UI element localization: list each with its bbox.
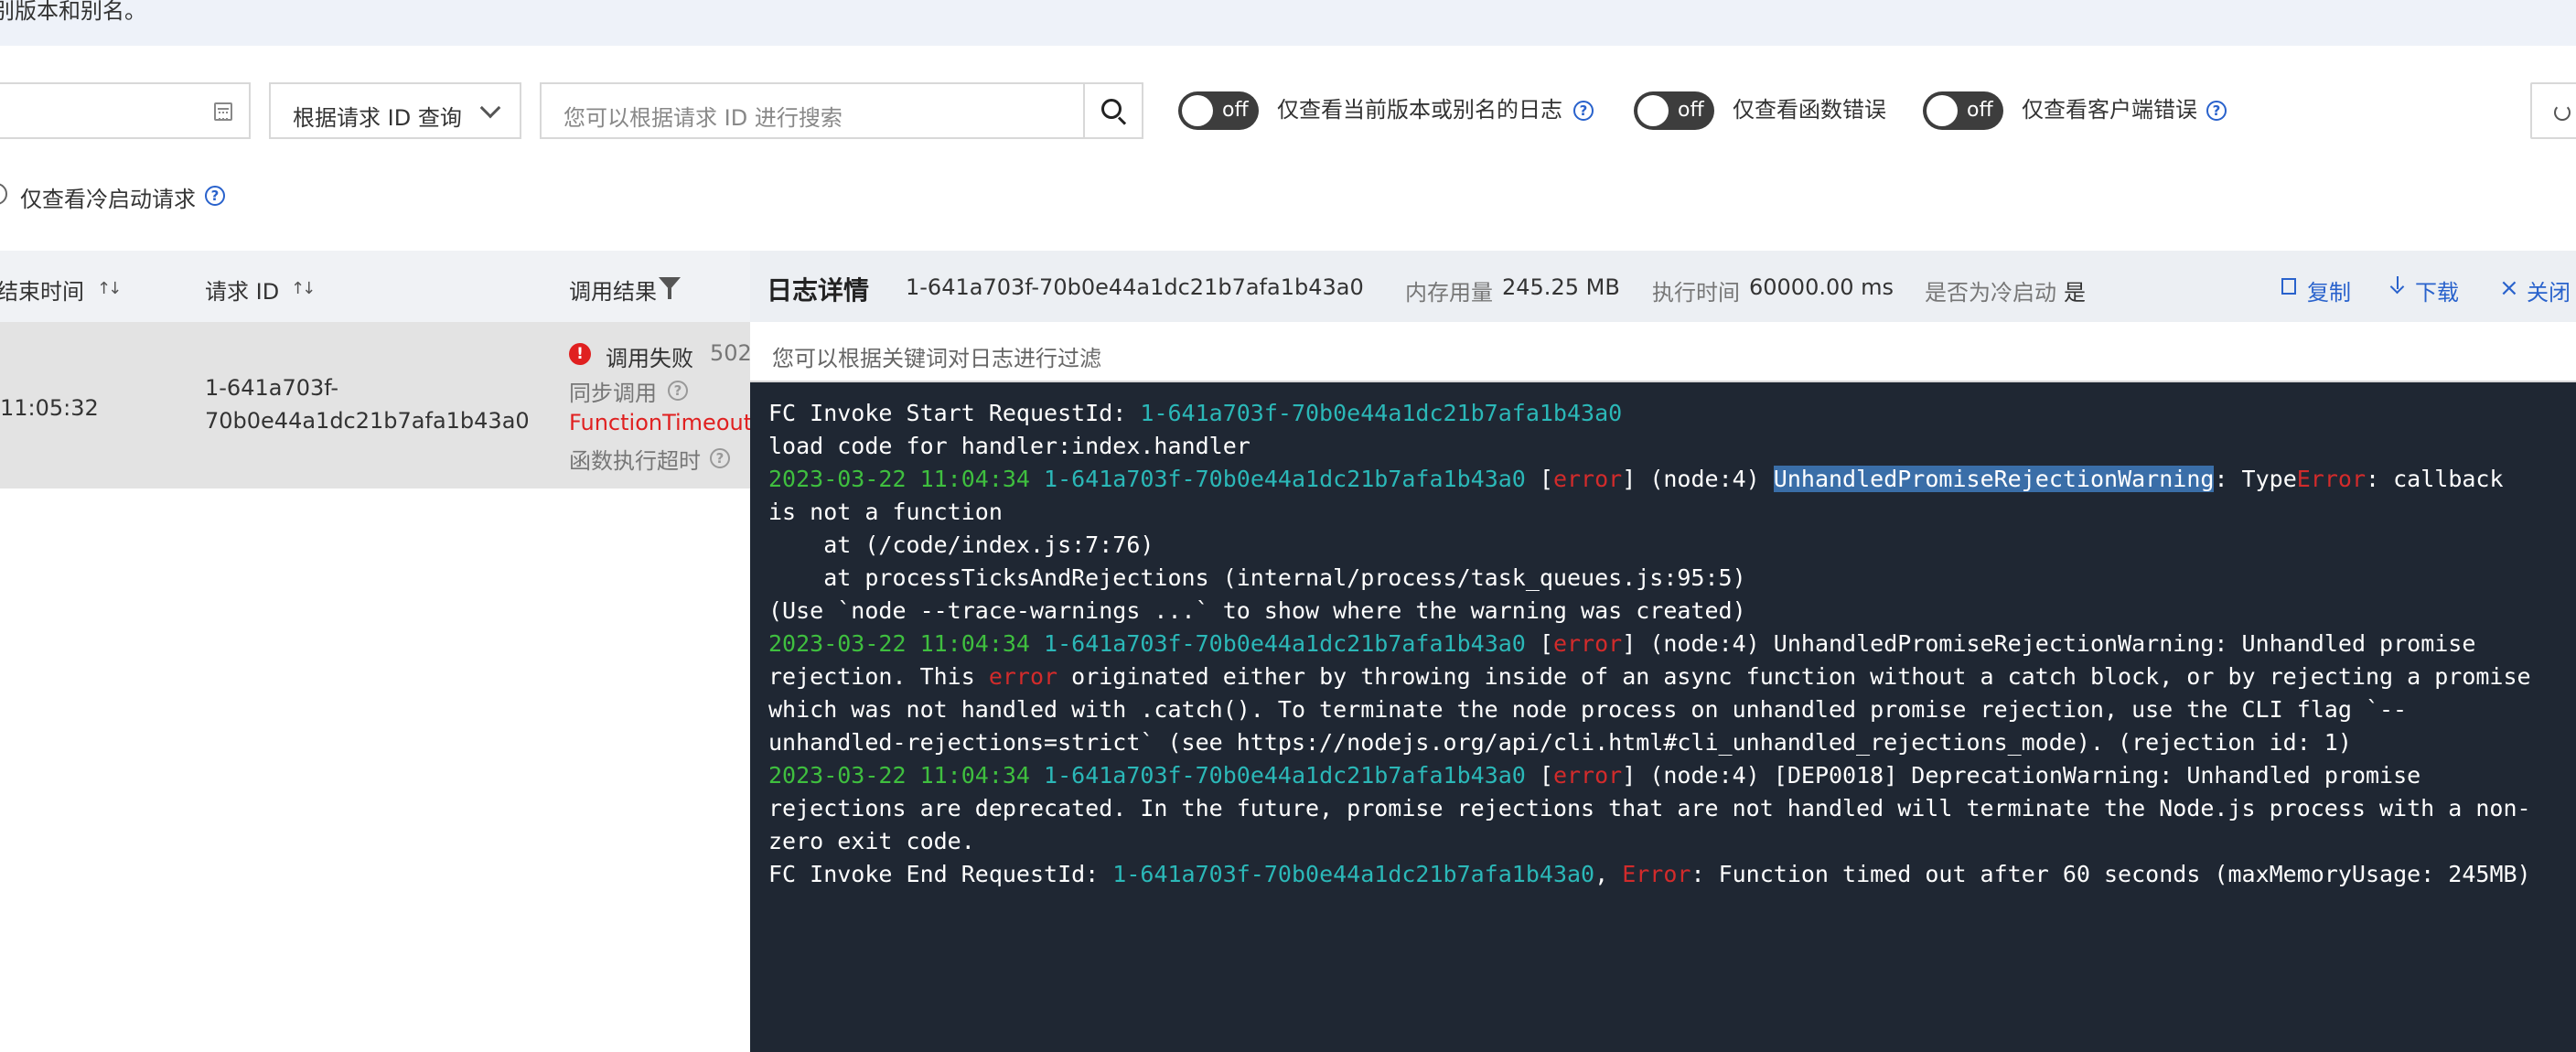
- search-icon: [1101, 99, 1122, 119]
- memory-label: 内存用量: [1405, 280, 1493, 306]
- row-request-id-1: 1-641a703f-: [205, 375, 339, 401]
- request-id-search[interactable]: 您可以根据请求 ID 进行搜索: [540, 82, 1143, 139]
- log-line: which was not handled with .catch(). To …: [768, 696, 2408, 723]
- toggle-state-label: off: [1678, 99, 1704, 122]
- table-header: 结束时间 ↑↓ 请求 ID ↑↓ 调用结果: [0, 251, 750, 322]
- error-icon: !: [569, 343, 591, 365]
- filter-icon[interactable]: [659, 277, 681, 299]
- row-request-id-2: 70b0e44a1dc21b7afa1b43a0: [205, 408, 530, 434]
- notice-banner: 别版本和别名。: [0, 0, 2576, 46]
- toggle-knob: [1927, 95, 1958, 126]
- table-row[interactable]: 11:05:32 1-641a703f- 70b0e44a1dc21b7afa1…: [0, 322, 766, 488]
- query-type-select[interactable]: 根据请求 ID 查询: [269, 82, 521, 139]
- calendar-icon[interactable]: [214, 102, 232, 121]
- close-button[interactable]: 关闭: [2527, 274, 2571, 306]
- help-icon[interactable]: ?: [205, 186, 225, 206]
- search-input[interactable]: 您可以根据请求 ID 进行搜索: [564, 100, 843, 132]
- row-error-type: FunctionTimeoutE: [569, 410, 767, 435]
- log-line: load code for handler:index.handler: [768, 433, 1250, 459]
- copy-button[interactable]: 复制: [2307, 274, 2351, 306]
- help-icon[interactable]: ?: [1573, 101, 1594, 121]
- row-end-time: 11:05:32: [0, 395, 99, 421]
- close-icon[interactable]: ×: [2499, 274, 2519, 302]
- query-type-value: 根据请求 ID 查询: [293, 105, 462, 131]
- notice-text: 别版本和别名。: [0, 0, 146, 24]
- exec-time-value: 60000.00 ms: [1749, 274, 1894, 300]
- log-filter[interactable]: 您可以根据关键词对日志进行过滤: [750, 322, 2576, 382]
- log-line: FC Invoke Start RequestId: 1-641a703f-70…: [768, 400, 1623, 426]
- log-line: 2023-03-22 11:04:34 1-641a703f-70b0e44a1…: [768, 762, 2421, 789]
- log-line: 2023-03-22 11:04:34 1-641a703f-70b0e44a1…: [768, 630, 2476, 657]
- log-detail-header: 日志详情 1-641a703f-70b0e44a1dc21b7afa1b43a0…: [750, 251, 2576, 322]
- toggle-function-error[interactable]: off: [1634, 91, 1714, 130]
- cold-start-info-value: 是: [2064, 280, 2086, 306]
- cold-start-checkbox[interactable]: [0, 183, 7, 205]
- toggle-function-error-label: 仅查看函数错误: [1733, 97, 1886, 123]
- exec-time-label: 执行时间: [1652, 280, 1740, 306]
- download-icon[interactable]: [2389, 276, 2406, 295]
- chevron-down-icon: [479, 97, 501, 119]
- help-icon[interactable]: ?: [710, 448, 730, 468]
- toggle-knob: [1637, 95, 1669, 126]
- panel-request-id: 1-641a703f-70b0e44a1dc21b7afa1b43a0: [906, 274, 1364, 300]
- date-range-input[interactable]: [0, 82, 251, 139]
- toggle-state-label: off: [1967, 99, 1993, 122]
- log-line: at (/code/index.js:7:76): [768, 531, 1154, 558]
- toggle-client-error-label: 仅查看客户端错误: [2022, 97, 2197, 123]
- log-detail-panel: 日志详情 1-641a703f-70b0e44a1dc21b7afa1b43a0…: [750, 251, 2576, 1052]
- refresh-button[interactable]: [2530, 82, 2576, 139]
- row-status: 调用失败: [606, 346, 693, 371]
- refresh-icon: [2554, 104, 2571, 121]
- row-invoke-type: 同步调用: [569, 381, 657, 406]
- copy-icon[interactable]: [2281, 278, 2296, 295]
- search-button[interactable]: [1083, 84, 1142, 137]
- toggle-knob: [1182, 95, 1213, 126]
- log-line: zero exit code.: [768, 828, 975, 854]
- toggle-client-error[interactable]: off: [1923, 91, 2003, 130]
- memory-value: 245.25 MB: [1502, 274, 1620, 300]
- row-status-code: 502: [710, 340, 752, 366]
- log-line: at processTicksAndRejections (internal/p…: [768, 564, 1746, 591]
- panel-title: 日志详情: [767, 275, 870, 306]
- log-output: FC Invoke Start RequestId: 1-641a703f-70…: [768, 397, 2576, 891]
- column-end-time[interactable]: 结束时间: [0, 274, 84, 306]
- log-line: unhandled-rejections=strict` (see https:…: [768, 729, 2352, 756]
- row-error-desc: 函数执行超时: [569, 448, 701, 474]
- toggle-current-version-label: 仅查看当前版本或别名的日志: [1277, 97, 1562, 123]
- sort-icon[interactable]: ↑↓: [97, 279, 122, 298]
- cold-start-info-label: 是否为冷启动: [1925, 280, 2056, 306]
- download-button[interactable]: 下载: [2415, 274, 2459, 306]
- column-invoke-result[interactable]: 调用结果: [569, 274, 657, 306]
- log-line: rejections are deprecated. In the future…: [768, 795, 2531, 821]
- log-line: rejection. This error originated either …: [768, 663, 2531, 690]
- column-request-id[interactable]: 请求 ID: [205, 274, 279, 306]
- log-line: is not a function: [768, 499, 1003, 525]
- help-icon[interactable]: ?: [668, 381, 688, 401]
- log-line: FC Invoke End RequestId: 1-641a703f-70b0…: [768, 861, 2531, 887]
- log-filter-input[interactable]: 您可以根据关键词对日志进行过滤: [772, 340, 1101, 372]
- log-line: (Use `node --trace-warnings ...` to show…: [768, 597, 1746, 624]
- toggle-state-label: off: [1222, 99, 1249, 122]
- log-line: 2023-03-22 11:04:34 1-641a703f-70b0e44a1…: [768, 466, 2504, 492]
- toggle-current-version[interactable]: off: [1178, 91, 1259, 130]
- cold-start-label: 仅查看冷启动请求: [20, 187, 196, 212]
- search-icon-handle: [1117, 116, 1127, 125]
- sort-icon[interactable]: ↑↓: [291, 279, 316, 298]
- help-icon[interactable]: ?: [2206, 101, 2227, 121]
